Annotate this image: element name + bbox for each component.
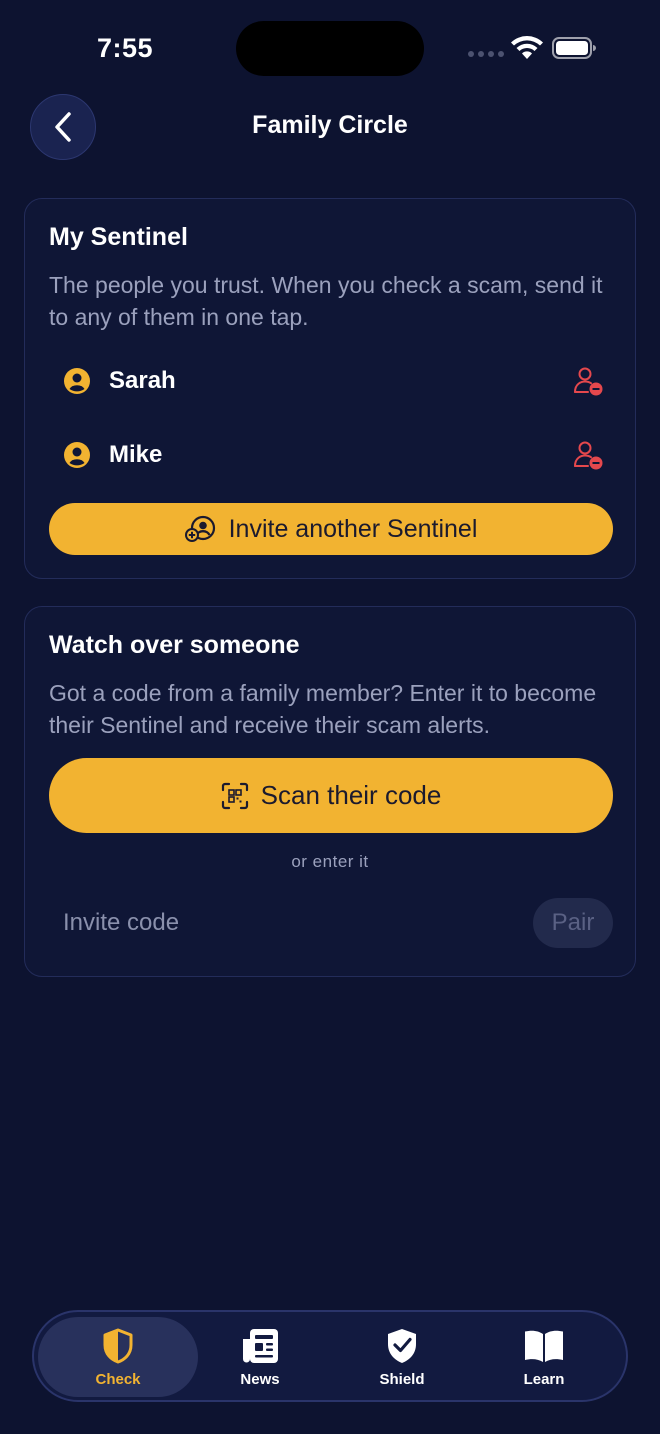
tab-check[interactable]: Check [38, 1317, 198, 1397]
battery-icon [552, 37, 596, 59]
invite-button-label: Invite another Sentinel [228, 514, 478, 543]
status-time: 7:55 [97, 33, 154, 63]
my-sentinel-card: My Sentinel The people you trust. When y… [24, 198, 636, 579]
add-person-icon [184, 515, 215, 542]
cellular-signal-icon [468, 51, 504, 57]
remove-member-icon[interactable] [573, 365, 605, 397]
shield-check-icon [388, 1328, 416, 1363]
tab-shield[interactable]: Shield [322, 1317, 482, 1397]
sentinel-member-row: Sarah [63, 361, 605, 401]
page-title: Family Circle [252, 111, 408, 139]
member-name: Sarah [109, 367, 176, 394]
person-avatar-icon [64, 368, 90, 394]
tab-label: News [240, 1370, 280, 1388]
dynamic-island [236, 21, 424, 76]
tab-news[interactable]: News [180, 1317, 340, 1397]
card-description: Got a code from a family member? Enter i… [49, 680, 597, 738]
member-name: Mike [109, 441, 163, 468]
tab-label: Shield [379, 1370, 425, 1388]
invite-code-input[interactable] [49, 899, 519, 947]
book-icon [525, 1330, 563, 1362]
wifi-icon [511, 36, 543, 59]
tab-label: Check [95, 1370, 141, 1388]
tab-label: Learn [523, 1370, 565, 1388]
tab-learn[interactable]: Learn [464, 1317, 624, 1397]
sentinel-member-row: Mike [63, 435, 605, 475]
invite-sentinel-button[interactable]: Invite another Sentinel [49, 503, 613, 555]
person-avatar-icon [64, 442, 90, 468]
or-enter-label: or enter it [291, 852, 369, 871]
newspaper-icon [243, 1328, 278, 1363]
shield-half-icon [103, 1328, 133, 1363]
bottom-tab-bar: Check News Shield Learn [32, 1310, 628, 1402]
scan-code-button[interactable]: Scan their code [49, 758, 613, 833]
card-description: The people you trust. When you check a s… [49, 272, 603, 330]
card-title: Watch over someone [49, 631, 300, 659]
remove-member-icon[interactable] [573, 439, 605, 471]
family-circle-screen: 7:55 Family Circle My Sentinel The peopl… [0, 0, 660, 1434]
qr-scan-icon [221, 782, 248, 809]
scan-button-label: Scan their code [260, 780, 442, 810]
watch-over-card: Watch over someone Got a code from a fam… [24, 606, 636, 977]
pair-button[interactable]: Pair [533, 898, 613, 948]
card-title: My Sentinel [49, 223, 188, 251]
